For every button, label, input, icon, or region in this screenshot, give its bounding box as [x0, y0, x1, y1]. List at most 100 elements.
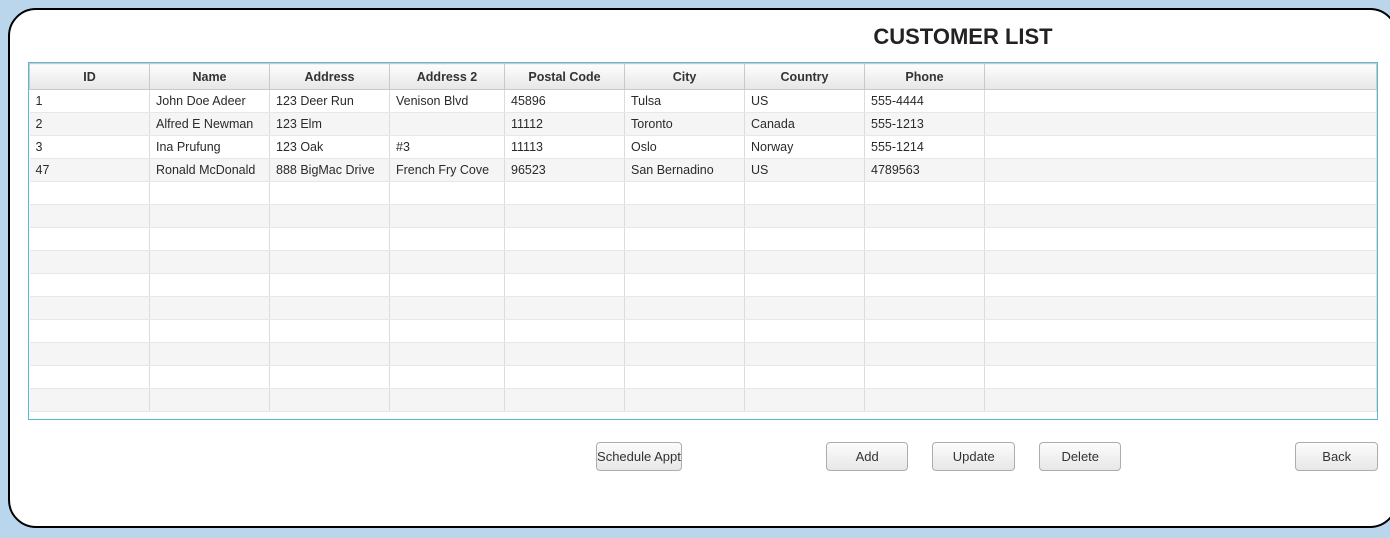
- cell-empty: [505, 274, 625, 297]
- cell-id[interactable]: 3: [30, 136, 150, 159]
- cell-phone[interactable]: 555-1214: [865, 136, 985, 159]
- cell-empty: [270, 251, 390, 274]
- cell-spare: [985, 90, 1377, 113]
- cell-empty: [745, 343, 865, 366]
- cell-empty: [270, 389, 390, 412]
- schedule-appt-button[interactable]: Schedule Appt: [596, 442, 682, 471]
- cell-address2[interactable]: Venison Blvd: [390, 90, 505, 113]
- table-row[interactable]: 3Ina Prufung123 Oak#311113OsloNorway555-…: [30, 136, 1377, 159]
- cell-address[interactable]: 123 Oak: [270, 136, 390, 159]
- col-header-postal[interactable]: Postal Code: [505, 64, 625, 90]
- cell-empty: [390, 274, 505, 297]
- cell-empty: [150, 274, 270, 297]
- table-row-empty: [30, 343, 1377, 366]
- cell-phone[interactable]: 555-4444: [865, 90, 985, 113]
- cell-empty: [30, 343, 150, 366]
- col-header-city[interactable]: City: [625, 64, 745, 90]
- cell-spare: [985, 159, 1377, 182]
- cell-postal[interactable]: 11113: [505, 136, 625, 159]
- cell-phone[interactable]: 555-1213: [865, 113, 985, 136]
- cell-empty: [625, 343, 745, 366]
- col-header-id[interactable]: ID: [30, 64, 150, 90]
- cell-empty: [745, 366, 865, 389]
- delete-button[interactable]: Delete: [1039, 442, 1122, 471]
- col-header-name[interactable]: Name: [150, 64, 270, 90]
- page-title: CUSTOMER LIST: [548, 24, 1378, 50]
- cell-empty: [270, 320, 390, 343]
- cell-empty: [390, 228, 505, 251]
- add-button[interactable]: Add: [826, 442, 909, 471]
- cell-address2[interactable]: [390, 113, 505, 136]
- cell-empty: [505, 320, 625, 343]
- cell-empty: [505, 343, 625, 366]
- table-row-empty: [30, 366, 1377, 389]
- cell-empty: [505, 366, 625, 389]
- cell-empty: [150, 205, 270, 228]
- table-row[interactable]: 1John Doe Adeer123 Deer RunVenison Blvd4…: [30, 90, 1377, 113]
- cell-empty: [745, 228, 865, 251]
- cell-city[interactable]: San Bernadino: [625, 159, 745, 182]
- cell-address2[interactable]: French Fry Cove: [390, 159, 505, 182]
- cell-postal[interactable]: 96523: [505, 159, 625, 182]
- cell-empty: [865, 389, 985, 412]
- cell-empty: [390, 182, 505, 205]
- cell-address[interactable]: 123 Deer Run: [270, 90, 390, 113]
- update-button[interactable]: Update: [932, 442, 1015, 471]
- cell-empty: [985, 251, 1377, 274]
- col-header-address2[interactable]: Address 2: [390, 64, 505, 90]
- cell-city[interactable]: Toronto: [625, 113, 745, 136]
- cell-empty: [270, 205, 390, 228]
- cell-country[interactable]: Norway: [745, 136, 865, 159]
- table-row-empty: [30, 274, 1377, 297]
- cell-address[interactable]: 888 BigMac Drive: [270, 159, 390, 182]
- cell-country[interactable]: US: [745, 159, 865, 182]
- cell-empty: [625, 251, 745, 274]
- cell-empty: [150, 228, 270, 251]
- cell-country[interactable]: US: [745, 90, 865, 113]
- table-row-empty: [30, 228, 1377, 251]
- cell-empty: [390, 205, 505, 228]
- cell-name[interactable]: Alfred E Newman: [150, 113, 270, 136]
- cell-empty: [985, 182, 1377, 205]
- cell-postal[interactable]: 45896: [505, 90, 625, 113]
- col-header-phone[interactable]: Phone: [865, 64, 985, 90]
- cell-empty: [625, 297, 745, 320]
- col-header-address[interactable]: Address: [270, 64, 390, 90]
- button-bar: Schedule Appt Add Update Delete Back: [28, 442, 1378, 471]
- cell-id[interactable]: 1: [30, 90, 150, 113]
- cell-empty: [865, 297, 985, 320]
- cell-empty: [865, 366, 985, 389]
- cell-city[interactable]: Oslo: [625, 136, 745, 159]
- table-row[interactable]: 2Alfred E Newman123 Elm 11112TorontoCanad…: [30, 113, 1377, 136]
- cell-empty: [390, 320, 505, 343]
- cell-empty: [745, 205, 865, 228]
- col-header-country[interactable]: Country: [745, 64, 865, 90]
- cell-id[interactable]: 47: [30, 159, 150, 182]
- cell-empty: [505, 389, 625, 412]
- cell-empty: [625, 182, 745, 205]
- cell-country[interactable]: Canada: [745, 113, 865, 136]
- cell-empty: [625, 366, 745, 389]
- cell-empty: [150, 366, 270, 389]
- cell-empty: [745, 320, 865, 343]
- cell-empty: [390, 389, 505, 412]
- cell-empty: [865, 251, 985, 274]
- table-row-empty: [30, 389, 1377, 412]
- table-row[interactable]: 47Ronald McDonald888 BigMac DriveFrench …: [30, 159, 1377, 182]
- cell-phone[interactable]: 4789563: [865, 159, 985, 182]
- cell-address[interactable]: 123 Elm: [270, 113, 390, 136]
- cell-empty: [30, 274, 150, 297]
- cell-name[interactable]: Ronald McDonald: [150, 159, 270, 182]
- back-button[interactable]: Back: [1295, 442, 1378, 471]
- cell-name[interactable]: Ina Prufung: [150, 136, 270, 159]
- cell-empty: [30, 366, 150, 389]
- cell-empty: [985, 297, 1377, 320]
- cell-address2[interactable]: #3: [390, 136, 505, 159]
- cell-empty: [985, 274, 1377, 297]
- cell-city[interactable]: Tulsa: [625, 90, 745, 113]
- cell-empty: [150, 343, 270, 366]
- cell-name[interactable]: John Doe Adeer: [150, 90, 270, 113]
- cell-id[interactable]: 2: [30, 113, 150, 136]
- cell-postal[interactable]: 11112: [505, 113, 625, 136]
- cell-empty: [150, 182, 270, 205]
